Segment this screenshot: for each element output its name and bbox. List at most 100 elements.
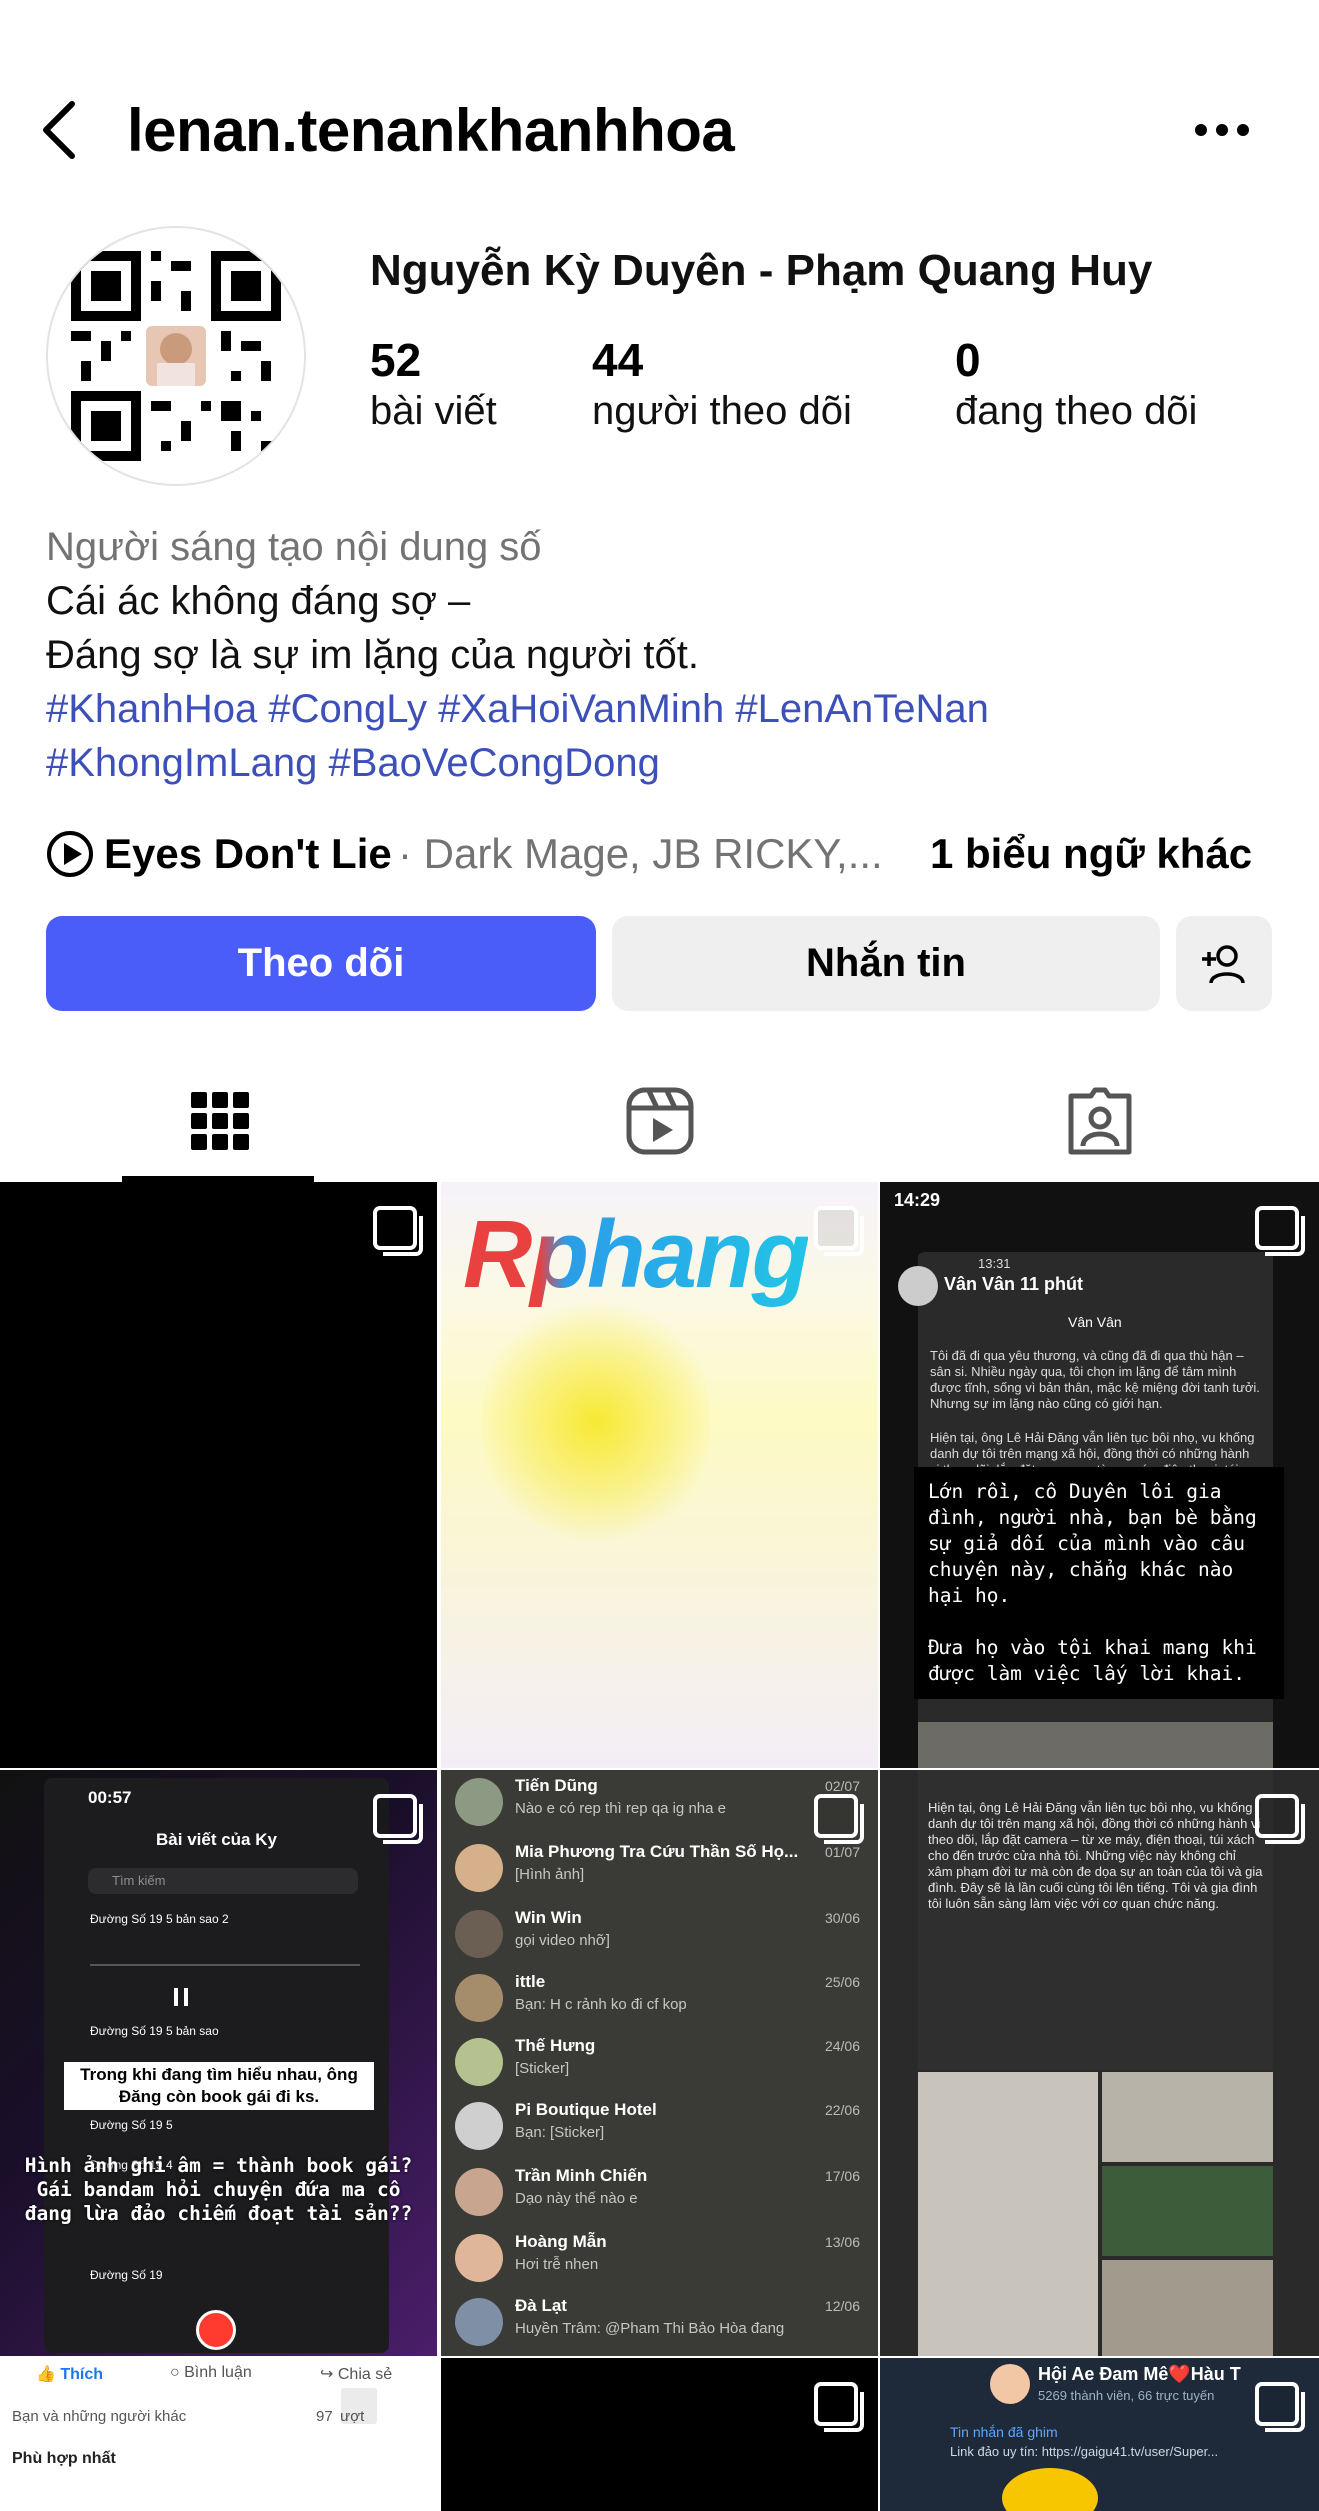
reaction-summary: Bạn và những người khác [12, 2408, 187, 2425]
more-options-button[interactable] [1186, 110, 1258, 150]
screen-time: 00:57 [88, 1788, 132, 1807]
post-thumbnail[interactable]: 00:57 Bài viết của Ky Tìm kiếm Đường Số … [0, 1770, 437, 2356]
profile-header: lenan.tenankhanhhoa [0, 80, 1319, 180]
avatar [455, 2168, 503, 2216]
qr-code-image [71, 251, 281, 461]
carousel-icon [814, 2382, 864, 2432]
post-thumbnail[interactable]: 👍 Thích ○ Bình luận ↪ Chia sẻ Bạn và nhữ… [0, 2358, 437, 2511]
posts-count[interactable]: 52 bài viết [370, 334, 497, 436]
list-item: Thế Hưng [Sticker] 24/06 [455, 2032, 860, 2094]
tab-posts[interactable] [0, 1060, 440, 1182]
chat-date: 17/06 [824, 2168, 860, 2184]
chat-name: ittle [515, 1972, 546, 1991]
recording-item: Đường Số 19 [90, 2268, 163, 2282]
post-thumbnail[interactable]: Hội Ae Đam Mê❤️Hàu T 5269 thành viên, 66… [880, 2358, 1319, 2511]
carousel-icon [373, 1206, 423, 1256]
chat-message: [Sticker] [515, 2060, 570, 2077]
thumbs-up-icon: 👍 [36, 2366, 56, 2383]
follow-button[interactable]: Theo dõi [46, 916, 596, 1011]
pause-icon [174, 1988, 188, 2006]
carousel-icon [814, 1794, 864, 1844]
tab-reels[interactable] [440, 1060, 880, 1182]
message-button[interactable]: Nhắn tin [612, 916, 1160, 1011]
carousel-icon [373, 1794, 423, 1844]
list-item: Đà Lạt Huyền Trâm: @Pham Thi Bảo Hòa đang… [455, 2292, 860, 2354]
chat-date: 02/07 [824, 1778, 860, 1794]
stat-label: đang theo dõi [955, 389, 1198, 433]
suggested-users-button[interactable] [1176, 916, 1272, 1011]
caption-overlay: Hình ảnh ghi âm = thành book gái? Gái ba… [24, 2154, 413, 2225]
chat-date: 22/06 [824, 2102, 860, 2118]
stat-value: 52 [370, 334, 422, 386]
chat-message: Nào e có rep thì rep qa ig nha e [515, 1800, 726, 1817]
profile-tabs [0, 1060, 1319, 1182]
author-avatar [898, 1266, 938, 1306]
profile-username: lenan.tenankhanhhoa [127, 97, 735, 164]
share-label: ↪ Chia sẻ [320, 2364, 392, 2384]
photo-camera [1102, 2260, 1273, 2356]
dot-icon [1195, 124, 1207, 136]
profile-avatar[interactable] [46, 226, 306, 486]
profile-music[interactable]: Eyes Don't Lie · Dark Mage, JB RICKY,...… [46, 826, 1286, 882]
chat-name: Win Win [515, 1908, 582, 1927]
recording-item: Đường Số 19 5 bản sao [90, 2024, 219, 2038]
list-item: ittle Bạn: H c rảnh ko đi cf kop 25/06 [455, 1968, 860, 2030]
stat-value: 0 [955, 334, 981, 386]
caption-overlay: Lớn rồi, cô Duyên lôi gia đình, người nh… [914, 1467, 1284, 1699]
avatar [455, 1778, 503, 1826]
carousel-icon [337, 2384, 387, 2434]
avatar [455, 2298, 503, 2346]
like-label: 👍 Thích [36, 2364, 103, 2384]
chat-message: [Hình ảnh] [515, 1866, 585, 1883]
chat-name: Trần Minh Chiến [515, 2166, 648, 2185]
list-item: Hoàng Mẫn Hơi trễ nhen 13/06 [455, 2228, 860, 2290]
following-count[interactable]: 0 đang theo dõi [955, 334, 1197, 436]
sticker [1002, 2468, 1098, 2511]
photo-phone [1102, 2166, 1273, 2256]
carousel-icon [1255, 2382, 1305, 2432]
chat-date: 01/07 [824, 1844, 860, 1860]
list-item: Trần Minh Chiến Dạo này thế nào e 17/06 [455, 2162, 860, 2224]
photo-device [1102, 2072, 1273, 2162]
status-bar: 14:29 [880, 1182, 1319, 1210]
more-banners-link[interactable]: 1 biểu ngữ khác [930, 826, 1252, 882]
chat-message: Dạo này thế nào e [515, 2190, 638, 2207]
comment-label: ○ Bình luận [170, 2364, 252, 2382]
chat-message: gọi video nhỡ] [515, 1932, 610, 1949]
posts-grid: Rphang 14:29 13:31 Vân Vân 11 phút Vân V… [0, 1182, 1319, 2511]
text-screenshot: Hiện tại, ông Lê Hải Đăng vẫn liên tục b… [918, 1770, 1273, 2070]
group-avatar [990, 2364, 1030, 2404]
photo-hand [918, 2072, 1098, 2356]
followers-count[interactable]: 44 người theo dõi [592, 334, 852, 436]
bio-hashtags[interactable]: #KhanhHoa #CongLy #XaHoiVanMinh #LenAnTe… [46, 682, 1286, 736]
chat-name: Pi Boutique Hotel [515, 2100, 657, 2119]
group-name: Hội Ae Đam Mê❤️Hàu T [1038, 2364, 1241, 2384]
avatar [455, 2234, 503, 2282]
chat-message: Huyền Trâm: @Pham Thi Bảo Hòa đang [515, 2320, 785, 2337]
photo-strip [918, 1722, 1273, 1768]
recording-item: Đường Số 19 5 [90, 2118, 173, 2132]
scrubber [90, 1964, 360, 1966]
grid-icon [191, 1092, 249, 1150]
post-thumbnail[interactable]: Rphang [441, 1182, 878, 1768]
chat-date: 13/06 [824, 2234, 860, 2250]
dot-icon [1216, 124, 1228, 136]
music-title: Eyes Don't Lie [104, 830, 392, 877]
bio-line: Cái ác không đáng sợ – [46, 579, 471, 623]
post-thumbnail[interactable]: 14:29 13:31 Vân Vân 11 phút Vân Vân Tôi … [880, 1182, 1319, 1768]
list-item: Tiến Dũng Nào e có rep thì rep qa ig nha … [455, 1772, 860, 1834]
back-button[interactable] [34, 98, 82, 162]
pinned-message: Link đảo uy tín: https://gaigu41.tv/user… [950, 2444, 1219, 2459]
carousel-icon [814, 1206, 864, 1256]
share-icon: ↪ [320, 2366, 334, 2383]
bio-hashtags[interactable]: #KhongImLang #BaoVeCongDong [46, 736, 1286, 790]
status-time: 14:29 [894, 1190, 941, 1210]
chat-message: Bạn: H c rảnh ko đi cf kop [515, 1996, 687, 2013]
post-thumbnail[interactable]: Hiện tại, ông Lê Hải Đăng vẫn liên tục b… [880, 1770, 1319, 2356]
screen-search: Tìm kiếm [88, 1868, 358, 1894]
tab-tagged[interactable] [880, 1060, 1319, 1182]
post-thumbnail[interactable] [441, 2358, 878, 2511]
post-thumbnail[interactable] [0, 1182, 437, 1768]
post-thumbnail[interactable]: Tiến Dũng Nào e có rep thì rep qa ig nha … [441, 1770, 878, 2356]
carousel-icon [1255, 1794, 1305, 1844]
